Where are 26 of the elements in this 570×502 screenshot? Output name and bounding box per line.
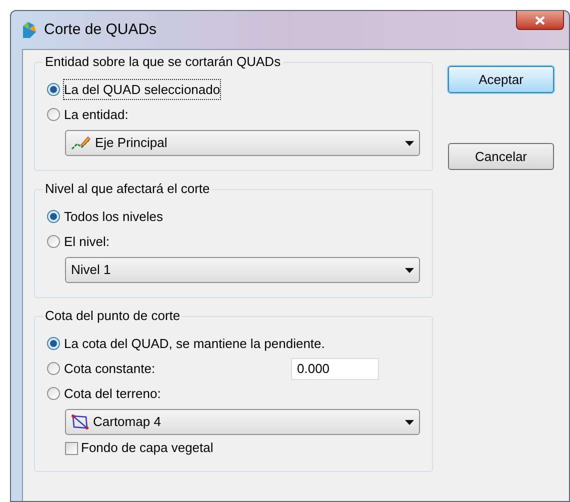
group-title: Nivel al que afectará el corte <box>43 181 212 197</box>
checkbox-option[interactable]: Fondo de capa vegetal <box>65 438 214 458</box>
dropdown-arrow-icon <box>405 420 414 424</box>
radio-option[interactable]: Todos los niveles <box>47 206 163 226</box>
window-title: Corte de QUADs <box>44 20 157 40</box>
radio-option[interactable]: El nivel: <box>47 232 110 252</box>
radio-option[interactable]: La cota del QUAD, se mantiene la pendiente. <box>47 334 325 354</box>
pencil-line-icon <box>71 135 91 151</box>
radio-option[interactable]: La del QUAD seleccionado <box>47 80 220 100</box>
group-title: Cota del punto de corte <box>43 308 182 324</box>
radio-option[interactable]: Cota del terreno: <box>47 384 161 404</box>
radio-option[interactable]: Cota constante: <box>47 358 267 378</box>
dropdown[interactable]: Eje Principal <box>65 130 420 156</box>
radio-option[interactable]: La entidad: <box>47 104 128 124</box>
dialog-button[interactable]: Aceptar <box>448 66 554 93</box>
dropdown-arrow-icon <box>405 140 414 146</box>
close-icon <box>535 16 545 24</box>
polygon-icon <box>71 414 89 430</box>
value-field[interactable]: 0.000 <box>291 358 379 380</box>
close-button[interactable] <box>516 11 564 30</box>
dialog-button[interactable]: Cancelar <box>448 143 554 170</box>
group-title: Entidad sobre la que se cortarán QUADs <box>43 54 283 70</box>
app-logo-icon <box>20 20 38 40</box>
dropdown[interactable]: Nivel 1 <box>65 257 420 283</box>
dropdown[interactable]: Cartomap 4 <box>65 409 420 435</box>
dropdown-arrow-icon <box>405 268 414 272</box>
